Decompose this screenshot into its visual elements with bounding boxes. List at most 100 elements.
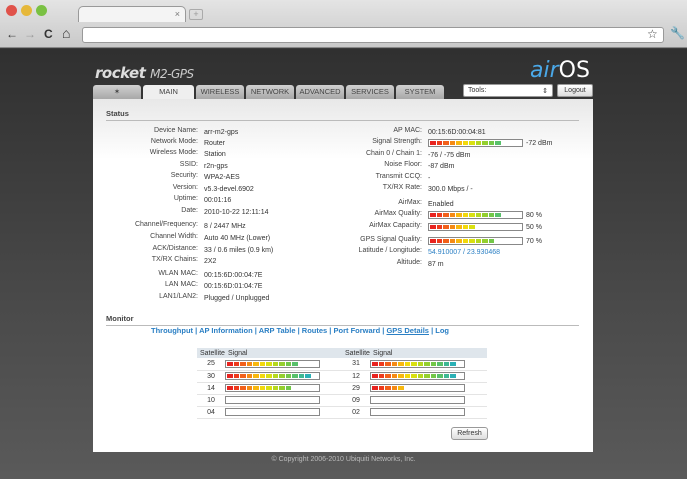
signal-bar-segment bbox=[456, 239, 462, 243]
satellite-signal bbox=[225, 358, 342, 371]
signal-bar-segment bbox=[475, 141, 481, 145]
status-value-text: arr-m2-gps bbox=[204, 128, 239, 136]
signal-bar-segment bbox=[462, 141, 468, 145]
signal-bar-segment bbox=[246, 386, 252, 390]
status-row: Latitude / Longitude: 54.910007 / 23.9304… bbox=[323, 247, 500, 257]
status-value: r2n-gps bbox=[204, 161, 228, 171]
status-label: Uptime: bbox=[173, 195, 198, 202]
col-signal: Signal bbox=[225, 348, 342, 358]
refresh-button[interactable]: Refresh bbox=[451, 427, 488, 440]
status-value: 50 % bbox=[428, 222, 542, 232]
status-row: Transmit CCQ: - bbox=[323, 173, 431, 183]
status-row: AirMax: Enabled bbox=[323, 199, 453, 209]
signal-bar-segment bbox=[298, 374, 304, 378]
home-icon[interactable]: ⌂ bbox=[62, 25, 70, 41]
tab-system[interactable]: SYSTEM bbox=[396, 85, 444, 99]
monitor-heading: Monitor bbox=[106, 314, 579, 326]
status-value-text: Auto 40 MHz (Lower) bbox=[204, 234, 271, 242]
signal-bar-segment bbox=[443, 225, 449, 229]
satellite-signal bbox=[370, 370, 487, 383]
satellite-signal bbox=[225, 406, 342, 419]
status-row: Wireless Mode: Station bbox=[93, 149, 226, 159]
signal-bar-segment bbox=[462, 225, 468, 229]
signal-bar-segment bbox=[443, 374, 449, 378]
satellite-id: 14 bbox=[197, 382, 225, 395]
maximize-window-button[interactable] bbox=[36, 5, 47, 16]
tab-services[interactable]: SERVICES bbox=[346, 85, 394, 99]
monitor-link-port-forward[interactable]: Port Forward bbox=[334, 326, 381, 335]
browser-tab[interactable]: × bbox=[78, 6, 186, 22]
tab-wireless[interactable]: WIRELESS bbox=[196, 85, 244, 99]
status-label: Chain 0 / Chain 1: bbox=[365, 150, 422, 157]
status-value: 00:15:6D:00:04:81 bbox=[428, 127, 486, 137]
browser-chrome: × + ← → C ⌂ ☆ 🔧 bbox=[0, 0, 687, 48]
address-bar[interactable] bbox=[82, 27, 664, 43]
status-value-text: Router bbox=[204, 139, 226, 147]
tab-network[interactable]: NETWORK bbox=[246, 85, 294, 99]
signal-bar-segment bbox=[259, 361, 265, 366]
signal-bar-segment bbox=[372, 374, 378, 378]
signal-bar-segment bbox=[305, 374, 311, 378]
signal-bar-segment bbox=[272, 361, 278, 366]
signal-bar-segment bbox=[443, 361, 449, 366]
satellite-row: 30 12 bbox=[197, 370, 487, 383]
bookmark-star-icon[interactable]: ☆ bbox=[647, 27, 658, 41]
satellite-signal bbox=[370, 406, 487, 419]
signal-bar-segment bbox=[391, 386, 397, 390]
close-window-button[interactable] bbox=[6, 5, 17, 16]
status-label: Device Name: bbox=[154, 127, 198, 134]
signal-bar-segment bbox=[450, 374, 456, 378]
minimize-window-button[interactable] bbox=[21, 5, 32, 16]
signal-bar-segment bbox=[469, 213, 475, 217]
signal-bar-segment bbox=[443, 239, 449, 243]
wrench-icon[interactable]: 🔧 bbox=[670, 26, 685, 40]
status-label: GPS Signal Quality: bbox=[360, 236, 422, 243]
tab-main[interactable]: MAIN bbox=[143, 85, 194, 99]
status-label: Security: bbox=[170, 172, 198, 179]
monitor-link-arp-table[interactable]: ARP Table bbox=[259, 326, 296, 335]
satellite-row: 10 09 bbox=[197, 394, 487, 407]
back-icon[interactable]: ← bbox=[6, 27, 18, 41]
close-tab-icon[interactable]: × bbox=[175, 9, 180, 19]
signal-bar-segment bbox=[404, 361, 410, 366]
tools-select[interactable]: Tools: ⇕ bbox=[463, 84, 553, 97]
status-value: 00:15:6D:01:04:7E bbox=[204, 281, 262, 291]
signal-bar-segment bbox=[430, 361, 436, 366]
signal-bar-segment bbox=[240, 374, 246, 378]
signal-bar-segment bbox=[398, 386, 404, 390]
monitor-link-throughput[interactable]: Throughput bbox=[151, 326, 193, 335]
status-label: AP MAC: bbox=[393, 127, 422, 134]
signal-bar-segment bbox=[385, 374, 391, 378]
coordinates-link[interactable]: 54.910007 / 23.930468 bbox=[428, 249, 500, 256]
signal-bar-segment bbox=[246, 374, 252, 378]
status-label: ACK/Distance: bbox=[152, 245, 198, 252]
status-label: Wireless Mode: bbox=[149, 149, 198, 156]
signal-bar bbox=[225, 408, 320, 416]
monitor-link-routes[interactable]: Routes bbox=[302, 326, 327, 335]
status-row: AirMax Capacity: 50 % bbox=[323, 222, 542, 232]
signal-bar-segment bbox=[450, 361, 456, 366]
signal-bar-segment bbox=[430, 374, 436, 378]
signal-bar-segment bbox=[227, 386, 233, 390]
signal-bar-segment bbox=[495, 141, 501, 145]
signal-bar-segment bbox=[436, 225, 442, 229]
status-label: Altitude: bbox=[396, 259, 422, 266]
status-row: Chain 0 / Chain 1: -76 / -75 dBm bbox=[323, 150, 470, 160]
monitor-link-log[interactable]: Log bbox=[435, 326, 449, 335]
satellite-id: 29 bbox=[342, 382, 370, 395]
reload-icon[interactable]: C bbox=[44, 27, 53, 41]
logout-button[interactable]: Logout bbox=[557, 84, 593, 97]
signal-bar-segment bbox=[404, 374, 410, 378]
status-value: 2X2 bbox=[204, 256, 216, 266]
satellite-signal bbox=[225, 382, 342, 395]
monitor-link-gps-details[interactable]: GPS Details bbox=[386, 326, 429, 335]
monitor-link-ap-information[interactable]: AP Information bbox=[199, 326, 253, 335]
forward-icon[interactable]: → bbox=[24, 27, 36, 41]
new-tab-button[interactable]: + bbox=[189, 9, 203, 20]
status-value-text: Plugged / Unplugged bbox=[204, 294, 270, 302]
status-row: Version: v5.3-devel.6902 bbox=[93, 184, 254, 194]
status-value-text: 8 / 2447 MHz bbox=[204, 222, 246, 230]
tab-advanced[interactable]: ADVANCED bbox=[296, 85, 344, 99]
status-value-text: 00:15:6D:00:04:7E bbox=[204, 271, 263, 279]
tab-ubiquiti-logo[interactable]: ✶ bbox=[93, 85, 141, 99]
